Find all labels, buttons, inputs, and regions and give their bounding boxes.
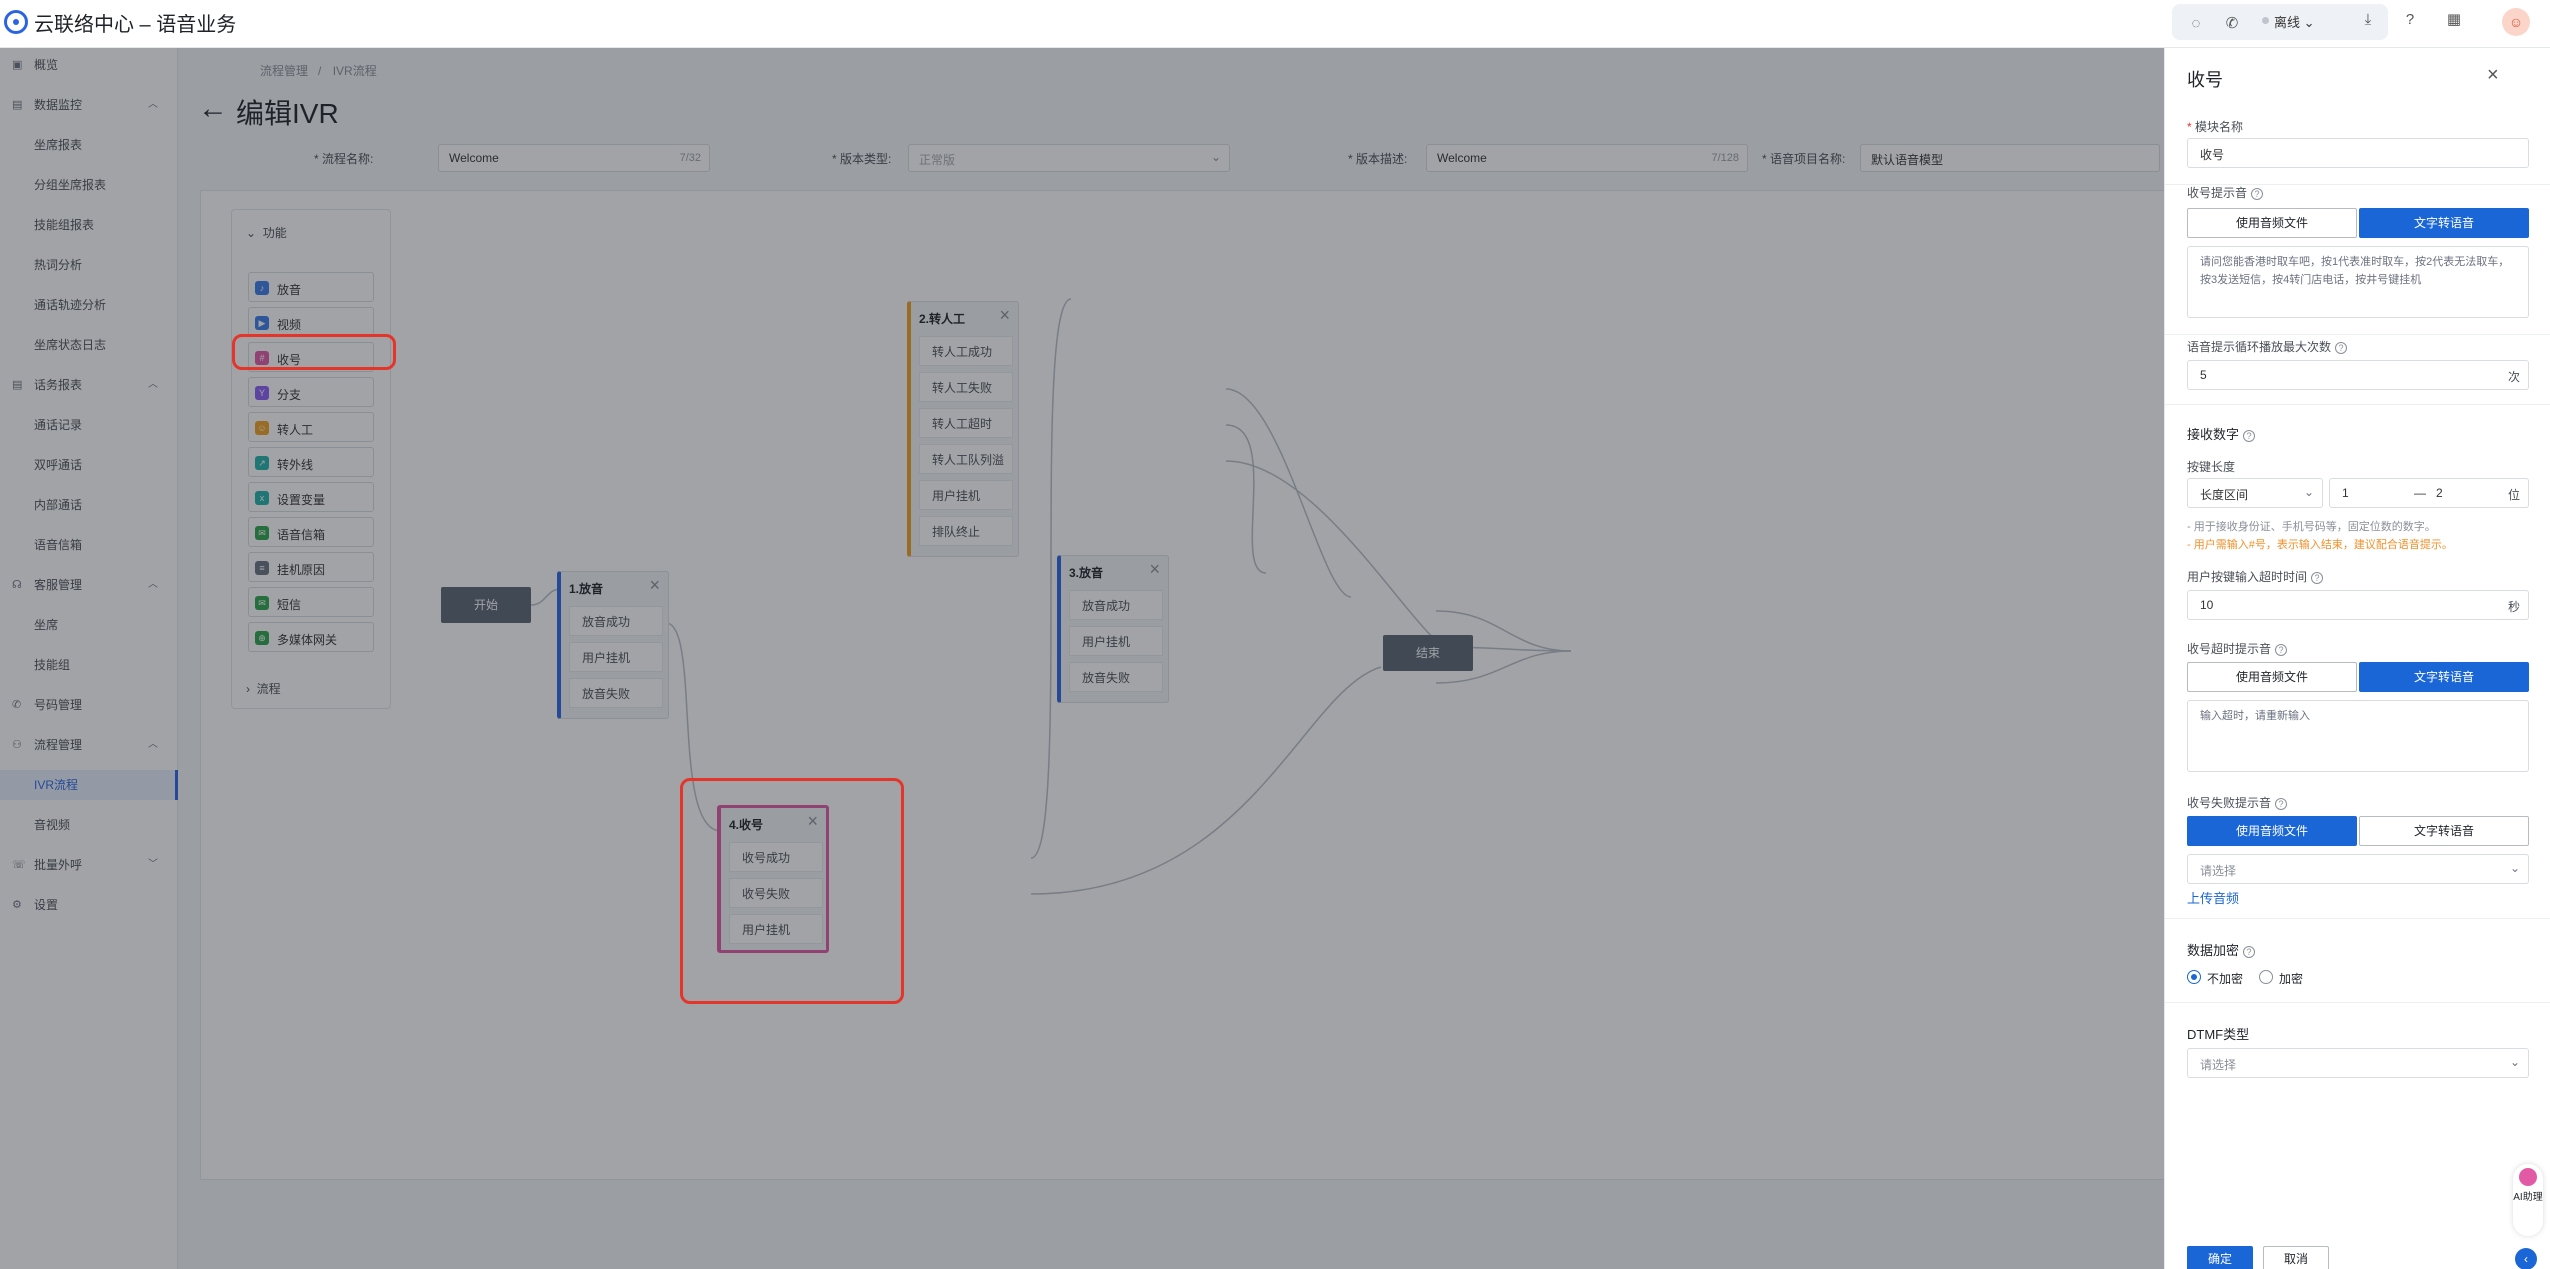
hint-fixed-digits: - 用于接收身份证、手机号码等，固定位数的数字。 (2187, 521, 2436, 533)
fail-audio-select[interactable]: 请选择 ⌄ (2187, 854, 2529, 884)
timeout-value: 10 (2200, 598, 2214, 612)
timeout-tts-button[interactable]: 文字转语音 (2359, 662, 2529, 692)
timeout-audio-file-button[interactable]: 使用音频文件 (2187, 662, 2357, 692)
encrypt-off-label: 不加密 (2207, 972, 2244, 986)
agent-status-label: 离线 (2274, 15, 2301, 30)
phone-icon[interactable]: ✆ (2222, 14, 2242, 34)
ai-assistant-button[interactable]: AI助理 (2513, 1164, 2543, 1236)
dtmf-placeholder: 请选择 (2200, 1058, 2237, 1072)
dtmf-label: DTMF类型 (2187, 1027, 2250, 1042)
key-unit: 位 (2507, 488, 2520, 502)
key-length-range-input[interactable]: 1 — 2 位 (2329, 478, 2529, 508)
highlight-palette-collect (232, 334, 396, 370)
drawer-title: 收号 (2187, 70, 2223, 90)
encrypt-label-text: 数据加密 (2187, 943, 2240, 958)
download-icon[interactable]: ⤓ (2358, 10, 2378, 30)
top-header: 云联络中心 – 语音业务 ◌ ✆ 离线 ⌄ ⤓ ? ▦ ☺ (0, 0, 2550, 48)
timeout-prompt-label-text: 收号超时提示音 (2187, 642, 2272, 656)
fail-prompt-label: 收号失败提示音? (2187, 794, 2288, 811)
divider (2165, 404, 2550, 405)
encrypt-on-label: 加密 (2279, 972, 2304, 986)
help-icon[interactable]: ? (2400, 10, 2420, 30)
prompt-tts-button[interactable]: 文字转语音 (2359, 208, 2529, 238)
key-max-value: 2 (2436, 486, 2443, 500)
timeout-input[interactable]: 10 秒 (2187, 590, 2529, 620)
prompt-textarea[interactable]: 请问您能香港时取车吧，按1代表准时取车，按2代表无法取车，按3发送短信，按4转门… (2187, 246, 2529, 318)
cancel-button[interactable]: 取消 (2263, 1246, 2329, 1269)
modal-overlay[interactable] (0, 48, 2164, 1269)
chat-icon[interactable]: ◌ (2186, 14, 2206, 34)
module-name-label-text: 模块名称 (2195, 120, 2244, 134)
fail-audio-placeholder: 请选择 (2200, 864, 2237, 878)
encrypt-off-radio[interactable] (2187, 970, 2201, 984)
prompt-label: 收号提示音? (2187, 184, 2264, 201)
dtmf-select[interactable]: 请选择 ⌄ (2187, 1048, 2529, 1078)
timeout-label: 用户按键输入超时时间? (2187, 568, 2324, 585)
loop-count-input[interactable]: 5次 (2187, 360, 2529, 390)
module-name-input[interactable]: 收号 (2187, 138, 2529, 168)
upload-audio-link[interactable]: 上传音频 (2187, 888, 2239, 907)
key-length-mode-value: 长度区间 (2200, 488, 2249, 502)
help-icon[interactable]: ? (2335, 341, 2348, 354)
collapse-left-icon[interactable]: ‹ (2515, 1248, 2537, 1269)
key-range-separator: — (2414, 486, 2426, 500)
prompt-audio-file-button[interactable]: 使用音频文件 (2187, 208, 2357, 238)
encrypt-label: 数据加密? (2187, 940, 2256, 959)
loop-label: 语音提示循环播放最大次数? (2187, 338, 2348, 355)
app-logo-icon (4, 10, 28, 34)
timeout-label-text: 用户按键输入超时时间 (2187, 570, 2308, 584)
prompt-label-text: 收号提示音 (2187, 186, 2248, 200)
key-min-value: 1 (2342, 486, 2349, 500)
highlight-node-collect (680, 778, 904, 1004)
apps-icon[interactable]: ▦ (2444, 10, 2464, 30)
module-name-label: * 模块名称 (2187, 120, 2244, 134)
receive-digits-title: 接收数字? (2187, 424, 2256, 443)
encrypt-on-radio[interactable] (2259, 970, 2273, 984)
loop-label-text: 语音提示循环播放最大次数 (2187, 340, 2332, 354)
loop-count-value: 5 (2200, 368, 2207, 382)
help-icon[interactable]: ? (2251, 187, 2264, 200)
help-icon[interactable]: ? (2243, 429, 2256, 442)
confirm-button[interactable]: 确定 (2187, 1246, 2253, 1269)
help-icon[interactable]: ? (2275, 643, 2288, 656)
loop-unit: 次 (2507, 370, 2520, 384)
agent-status-dropdown[interactable]: 离线 ⌄ (2274, 12, 2315, 31)
fail-audio-file-button[interactable]: 使用音频文件 (2187, 816, 2357, 846)
divider (2165, 334, 2550, 335)
chevron-down-icon: ⌄ (2509, 1055, 2520, 1069)
key-length-mode-select[interactable]: 长度区间 ⌄ (2187, 478, 2323, 508)
close-icon[interactable]: × (2487, 64, 2499, 87)
fail-tts-button[interactable]: 文字转语音 (2359, 816, 2529, 846)
divider (2165, 1002, 2550, 1003)
ai-assistant-icon (2519, 1168, 2537, 1186)
fail-prompt-label-text: 收号失败提示音 (2187, 796, 2272, 810)
timeout-textarea[interactable]: 输入超时，请重新输入 (2187, 700, 2529, 772)
key-length-label: 按键长度 (2187, 460, 2236, 474)
help-icon[interactable]: ? (2311, 571, 2324, 584)
app-title: 云联络中心 – 语音业务 (34, 14, 237, 36)
divider (2165, 918, 2550, 919)
ai-assistant-label: AI助理 (2513, 1192, 2543, 1203)
status-dot (2262, 17, 2269, 24)
hint-hash-end: - 用户需输入#号，表示输入结束，建议配合语音提示。 (2187, 539, 2453, 551)
help-icon[interactable]: ? (2243, 945, 2256, 958)
avatar[interactable]: ☺ (2502, 8, 2530, 36)
help-icon[interactable]: ? (2275, 797, 2288, 810)
chevron-down-icon: ⌄ (2509, 861, 2520, 875)
chevron-down-icon: ⌄ (2303, 485, 2314, 499)
receive-digits-text: 接收数字 (2187, 427, 2240, 442)
module-name-value: 收号 (2200, 148, 2225, 162)
chevron-down-icon: ⌄ (2303, 15, 2315, 30)
settings-drawer: 收号 × * 模块名称 收号 收号提示音? 使用音频文件 文字转语音 请问您能香… (2164, 48, 2550, 1269)
timeout-prompt-label: 收号超时提示音? (2187, 640, 2288, 657)
timeout-unit: 秒 (2507, 600, 2520, 614)
